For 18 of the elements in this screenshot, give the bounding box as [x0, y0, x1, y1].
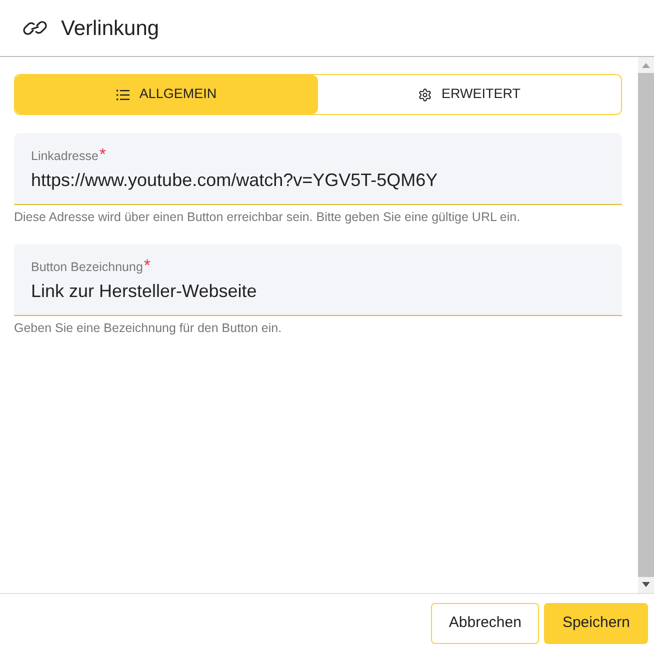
- save-button[interactable]: Speichern: [544, 603, 648, 644]
- required-mark: *: [99, 148, 106, 162]
- dialog-title: Verlinkung: [61, 18, 160, 38]
- field-value: Link zur Hersteller-Webseite: [31, 280, 258, 302]
- helper-text: Geben Sie eine Bezeichnung für den Button ein.: [14, 320, 283, 336]
- field-label: Button Bezeichnung: [31, 259, 143, 276]
- list-icon: [116, 88, 130, 100]
- field-label: Linkadresse: [31, 148, 98, 165]
- text-field[interactable]: Linkadresse* https://www.youtube.com/watch?v=YGV5T-5QM6Y: [14, 133, 622, 205]
- field-value: https://www.youtube.com/watch?v=YGV5T-5QM6Y: [31, 169, 439, 191]
- text-field[interactable]: Button Bezeichnung* Link zur Hersteller-Webseite: [14, 244, 622, 316]
- scroll-up-arrow-icon[interactable]: [642, 63, 650, 68]
- scroll-down-arrow-icon[interactable]: [642, 582, 650, 587]
- tab[interactable]: ALLGEMEIN: [15, 75, 318, 114]
- cancel-button[interactable]: Abbrechen: [430, 603, 540, 644]
- helper-text: Diese Adresse wird über einen Button erreichbar sein. Bitte geben Sie eine gültige URL ein.: [14, 209, 522, 225]
- required-mark: *: [144, 259, 151, 273]
- settings-icon: [418, 88, 432, 102]
